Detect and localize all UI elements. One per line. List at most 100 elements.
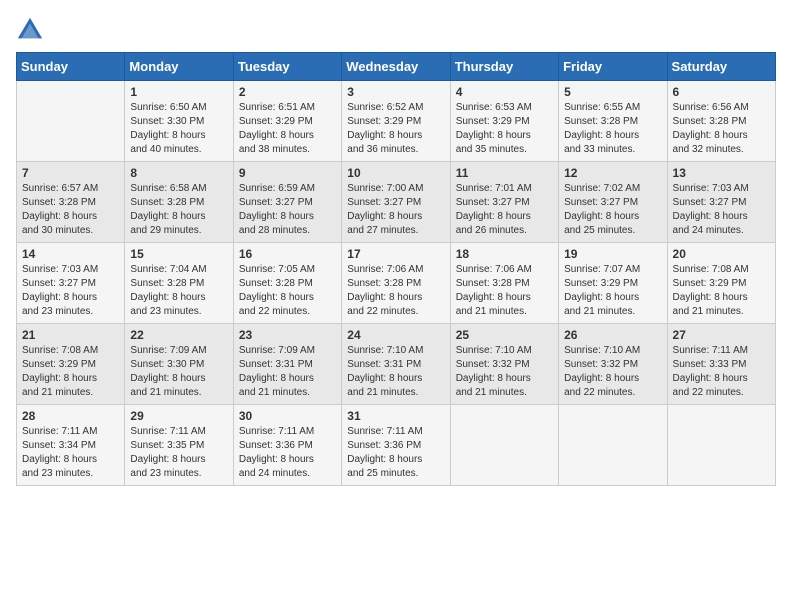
column-header-sunday: Sunday xyxy=(17,53,125,81)
day-detail: Sunrise: 7:06 AM Sunset: 3:28 PM Dayligh… xyxy=(347,264,423,317)
calendar-cell: 19Sunrise: 7:07 AM Sunset: 3:29 PM Dayli… xyxy=(559,243,667,324)
day-number: 7 xyxy=(22,166,119,180)
day-number: 2 xyxy=(239,85,336,99)
day-number: 23 xyxy=(239,328,336,342)
day-number: 28 xyxy=(22,409,119,423)
day-number: 11 xyxy=(456,166,553,180)
day-number: 12 xyxy=(564,166,661,180)
day-detail: Sunrise: 7:02 AM Sunset: 3:27 PM Dayligh… xyxy=(564,183,640,236)
calendar-cell: 18 Sunrise: 7:06 AM Sunset: 3:28 PM Dayli… xyxy=(450,243,558,324)
day-number: 1 xyxy=(130,85,227,99)
calendar-cell: 9Sunrise: 6:59 AM Sunset: 3:27 PM Daylig… xyxy=(233,162,341,243)
day-detail: Sunrise: 7:10 AM Sunset: 3:31 PM Dayligh… xyxy=(347,345,423,398)
day-number: 24 xyxy=(347,328,444,342)
day-number: 6 xyxy=(673,85,770,99)
day-detail: Sunrise: 7:11 AM Sunset: 3:33 PM Dayligh… xyxy=(673,345,748,398)
day-number: 25 xyxy=(456,328,553,342)
calendar-cell xyxy=(559,405,667,486)
day-detail: Sunrise: 7:04 AM Sunset: 3:28 PM Dayligh… xyxy=(130,264,206,317)
calendar-cell: 11 Sunrise: 7:01 AM Sunset: 3:27 PM Dayli… xyxy=(450,162,558,243)
logo xyxy=(16,16,48,44)
day-number: 4 xyxy=(456,85,553,99)
day-number: 30 xyxy=(239,409,336,423)
week-row-3: 14 Sunrise: 7:03 AM Sunset: 3:27 PM Dayli… xyxy=(17,243,776,324)
calendar-table: SundayMondayTuesdayWednesdayThursdayFrid… xyxy=(16,52,776,486)
day-detail: Sunrise: 7:01 AM Sunset: 3:27 PM Dayligh… xyxy=(456,183,532,236)
logo-icon xyxy=(16,16,44,44)
day-detail: Sunrise: 7:03 AM Sunset: 3:27 PM Dayligh… xyxy=(673,183,749,236)
calendar-cell xyxy=(667,405,775,486)
day-number: 3 xyxy=(347,85,444,99)
day-number: 17 xyxy=(347,247,444,261)
day-detail: Sunrise: 7:05 AM Sunset: 3:28 PM Dayligh… xyxy=(239,264,315,317)
column-header-wednesday: Wednesday xyxy=(342,53,450,81)
day-number: 31 xyxy=(347,409,444,423)
calendar-cell: 17 Sunrise: 7:06 AM Sunset: 3:28 PM Dayli… xyxy=(342,243,450,324)
calendar-cell: 14 Sunrise: 7:03 AM Sunset: 3:27 PM Dayli… xyxy=(17,243,125,324)
column-header-thursday: Thursday xyxy=(450,53,558,81)
calendar-cell: 4 Sunrise: 6:53 AM Sunset: 3:29 PM Daylig… xyxy=(450,81,558,162)
day-detail: Sunrise: 7:11 AM Sunset: 3:34 PM Dayligh… xyxy=(22,426,97,479)
day-number: 5 xyxy=(564,85,661,99)
calendar-cell: 1 Sunrise: 6:50 AM Sunset: 3:30 PM Daylig… xyxy=(125,81,233,162)
column-header-tuesday: Tuesday xyxy=(233,53,341,81)
day-detail: Sunrise: 7:11 AM Sunset: 3:36 PM Dayligh… xyxy=(239,426,314,479)
calendar-cell: 28 Sunrise: 7:11 AM Sunset: 3:34 PM Dayli… xyxy=(17,405,125,486)
calendar-cell: 24 Sunrise: 7:10 AM Sunset: 3:31 PM Dayli… xyxy=(342,324,450,405)
calendar-cell: 2 Sunrise: 6:51 AM Sunset: 3:29 PM Daylig… xyxy=(233,81,341,162)
header-row: SundayMondayTuesdayWednesdayThursdayFrid… xyxy=(17,53,776,81)
day-number: 27 xyxy=(673,328,770,342)
day-detail: Sunrise: 7:07 AM Sunset: 3:29 PM Dayligh… xyxy=(564,264,640,317)
day-detail: Sunrise: 6:57 AM Sunset: 3:28 PM Dayligh… xyxy=(22,183,98,236)
day-detail: Sunrise: 6:56 AM Sunset: 3:28 PM Dayligh… xyxy=(673,102,749,155)
day-number: 20 xyxy=(673,247,770,261)
day-detail: Sunrise: 7:11 AM Sunset: 3:35 PM Dayligh… xyxy=(130,426,205,479)
day-detail: Sunrise: 7:11 AM Sunset: 3:36 PM Dayligh… xyxy=(347,426,422,479)
day-detail: Sunrise: 6:50 AM Sunset: 3:30 PM Dayligh… xyxy=(130,102,206,155)
week-row-5: 28 Sunrise: 7:11 AM Sunset: 3:34 PM Dayli… xyxy=(17,405,776,486)
column-header-friday: Friday xyxy=(559,53,667,81)
calendar-cell: 31 Sunrise: 7:11 AM Sunset: 3:36 PM Dayli… xyxy=(342,405,450,486)
week-row-1: 1 Sunrise: 6:50 AM Sunset: 3:30 PM Daylig… xyxy=(17,81,776,162)
day-detail: Sunrise: 7:10 AM Sunset: 3:32 PM Dayligh… xyxy=(564,345,640,398)
calendar-cell xyxy=(450,405,558,486)
day-detail: Sunrise: 7:00 AM Sunset: 3:27 PM Dayligh… xyxy=(347,183,423,236)
page-header xyxy=(16,16,776,44)
calendar-cell: 15 Sunrise: 7:04 AM Sunset: 3:28 PM Dayli… xyxy=(125,243,233,324)
week-row-2: 7 Sunrise: 6:57 AM Sunset: 3:28 PM Daylig… xyxy=(17,162,776,243)
calendar-cell: 29 Sunrise: 7:11 AM Sunset: 3:35 PM Dayli… xyxy=(125,405,233,486)
column-header-monday: Monday xyxy=(125,53,233,81)
day-detail: Sunrise: 6:51 AM Sunset: 3:29 PM Dayligh… xyxy=(239,102,315,155)
day-number: 8 xyxy=(130,166,227,180)
day-number: 22 xyxy=(130,328,227,342)
day-detail: Sunrise: 7:09 AM Sunset: 3:30 PM Dayligh… xyxy=(130,345,206,398)
calendar-cell: 22 Sunrise: 7:09 AM Sunset: 3:30 PM Dayli… xyxy=(125,324,233,405)
day-detail: Sunrise: 6:53 AM Sunset: 3:29 PM Dayligh… xyxy=(456,102,532,155)
day-detail: Sunrise: 7:08 AM Sunset: 3:29 PM Dayligh… xyxy=(673,264,749,317)
day-number: 16 xyxy=(239,247,336,261)
calendar-cell: 23 Sunrise: 7:09 AM Sunset: 3:31 PM Dayli… xyxy=(233,324,341,405)
day-number: 15 xyxy=(130,247,227,261)
column-header-saturday: Saturday xyxy=(667,53,775,81)
day-detail: Sunrise: 6:55 AM Sunset: 3:28 PM Dayligh… xyxy=(564,102,640,155)
day-detail: Sunrise: 6:52 AM Sunset: 3:29 PM Dayligh… xyxy=(347,102,423,155)
day-detail: Sunrise: 7:09 AM Sunset: 3:31 PM Dayligh… xyxy=(239,345,315,398)
calendar-cell: 12 Sunrise: 7:02 AM Sunset: 3:27 PM Dayli… xyxy=(559,162,667,243)
day-detail: Sunrise: 7:06 AM Sunset: 3:28 PM Dayligh… xyxy=(456,264,532,317)
calendar-cell: 6 Sunrise: 6:56 AM Sunset: 3:28 PM Daylig… xyxy=(667,81,775,162)
day-detail: Sunrise: 7:03 AM Sunset: 3:27 PM Dayligh… xyxy=(22,264,98,317)
calendar-cell: 26Sunrise: 7:10 AM Sunset: 3:32 PM Dayli… xyxy=(559,324,667,405)
day-number: 10 xyxy=(347,166,444,180)
day-number: 14 xyxy=(22,247,119,261)
calendar-cell: 20 Sunrise: 7:08 AM Sunset: 3:29 PM Dayli… xyxy=(667,243,775,324)
calendar-cell: 10 Sunrise: 7:00 AM Sunset: 3:27 PM Dayli… xyxy=(342,162,450,243)
day-number: 29 xyxy=(130,409,227,423)
calendar-cell: 30 Sunrise: 7:11 AM Sunset: 3:36 PM Dayli… xyxy=(233,405,341,486)
day-detail: Sunrise: 6:58 AM Sunset: 3:28 PM Dayligh… xyxy=(130,183,206,236)
calendar-cell: 25Sunrise: 7:10 AM Sunset: 3:32 PM Dayli… xyxy=(450,324,558,405)
day-number: 18 xyxy=(456,247,553,261)
week-row-4: 21Sunrise: 7:08 AM Sunset: 3:29 PM Dayli… xyxy=(17,324,776,405)
calendar-cell: 16 Sunrise: 7:05 AM Sunset: 3:28 PM Dayli… xyxy=(233,243,341,324)
calendar-cell: 3 Sunrise: 6:52 AM Sunset: 3:29 PM Daylig… xyxy=(342,81,450,162)
day-detail: Sunrise: 7:08 AM Sunset: 3:29 PM Dayligh… xyxy=(22,345,98,398)
